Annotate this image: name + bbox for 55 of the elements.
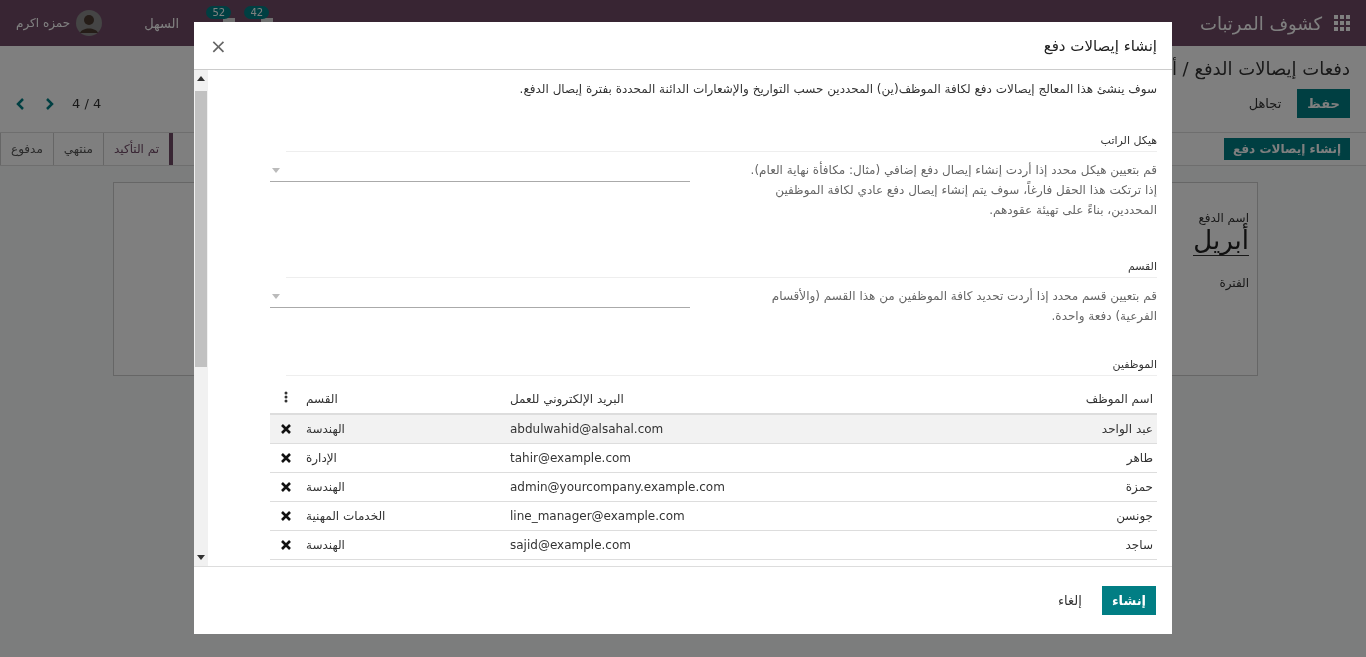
table-cell: طاهر — [969, 443, 1157, 473]
table-cell: الهندسة — [302, 414, 510, 444]
intro-text: سوف ينشئ هذا المعالج إيصالات دفع لكافة الموظف(ين) المحددين حسب التواريخ والإشعارات الدائنة المحددة بفترة إيصال الدفع. — [518, 82, 1157, 96]
table-cell: عبد الواحد — [969, 414, 1157, 444]
kebab-menu-icon[interactable] — [284, 391, 288, 403]
delete-icon[interactable] — [281, 511, 291, 521]
status-step[interactable]: مدفوع — [0, 133, 53, 165]
user-name[interactable]: حمزه اكرم — [16, 16, 71, 30]
field-label: اسم الدفع — [1198, 211, 1249, 225]
app-title[interactable]: كشوف المرتبات — [1200, 12, 1322, 34]
dropdown-caret-icon — [272, 168, 280, 173]
scroll-thumb[interactable] — [195, 91, 207, 367]
delete-icon[interactable] — [281, 424, 291, 434]
table-cell: جونسن — [969, 501, 1157, 531]
close-button[interactable]: × — [206, 33, 231, 58]
table-cell: admin@yourcompany.example.com — [510, 472, 969, 502]
dialog-title: إنشاء إيصالات دفع — [1043, 36, 1157, 55]
table-cell: الإدارة — [302, 443, 510, 473]
pager-counter: 4 / 4 — [72, 96, 102, 111]
create-payslips-button[interactable]: إنشاء إيصالات دفع — [1224, 138, 1350, 160]
scroll-down-icon[interactable] — [197, 555, 205, 560]
delete-icon[interactable] — [281, 540, 291, 550]
delete-icon[interactable] — [281, 453, 291, 463]
status-step[interactable]: تم التأكيد — [103, 133, 174, 165]
help-text: قم بتعيين قسم محدد إذا أردت تحديد كافة الموظفين من هذا القسم (والأقسام الفرعية) دفعة واحدة. — [770, 287, 1157, 325]
help-text: قم بتعيين هيكل محدد إذا أردت إنشاء إيصال دفع إضافي (مثال: مكافأة نهاية العام). — [749, 160, 1157, 180]
table-cell: line_manager@example.com — [510, 501, 969, 531]
field-label: الموظفين — [1112, 358, 1157, 371]
help-text: إذا ترتكت هذا الحقل فارغاً، سوف يتم إنشاء إيصال دفع عادي لكافة الموظفين المحددين، بناءً على تهيئة عقودهم. — [774, 180, 1157, 220]
form-button[interactable]: حفظ — [1297, 89, 1350, 118]
table-cell: حمزة — [969, 472, 1157, 502]
batch-name-field[interactable]: أبريل — [1193, 225, 1249, 256]
table-cell: الهندسة — [302, 530, 510, 560]
scrollbar[interactable] — [194, 70, 208, 566]
form-button[interactable]: تجاهل — [1238, 89, 1292, 118]
count-badge: 42 — [244, 6, 270, 19]
scroll-up-icon[interactable] — [197, 76, 205, 81]
field-label: هيكل الراتب — [1100, 134, 1157, 147]
company-name[interactable]: السهل — [144, 15, 180, 31]
dialog-button[interactable]: إلغاء — [1048, 586, 1092, 615]
status-step[interactable]: منتهي — [52, 133, 104, 165]
table-cell: ساجد — [969, 530, 1157, 560]
table-cell: sajid@example.com — [510, 530, 969, 560]
breadcrumb: دفعات إيصالات الدفع / أ — [1171, 58, 1350, 79]
apps-grid-icon[interactable] — [1334, 15, 1350, 31]
field-label: الفترة — [1219, 276, 1249, 290]
field-label: القسم — [1127, 260, 1157, 273]
table-cell: tahir@example.com — [510, 443, 969, 473]
dialog-button[interactable]: إنشاء — [1101, 586, 1156, 615]
delete-icon[interactable] — [281, 482, 291, 492]
count-badge: 52 — [206, 6, 232, 19]
table-cell: abdulwahid@alsahal.com — [510, 414, 969, 444]
table-cell: الخدمات المهنية — [302, 501, 510, 531]
dropdown-caret-icon — [272, 294, 280, 299]
table-cell: الهندسة — [302, 472, 510, 502]
